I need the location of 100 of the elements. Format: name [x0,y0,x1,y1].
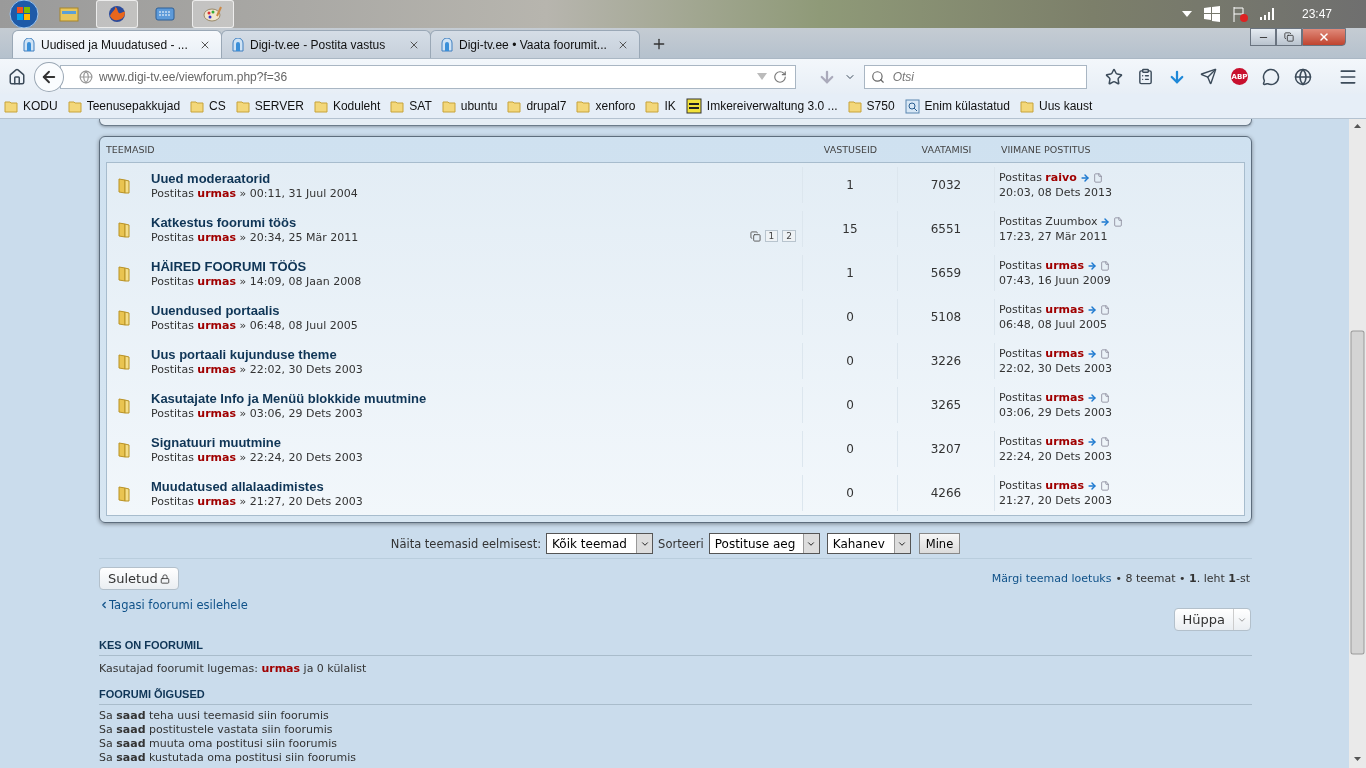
user-link[interactable]: urmas [197,362,237,376]
folder-icon [117,440,131,458]
topic-title[interactable]: Kasutajate Info ja Menüü blokkide muutmine [151,390,802,406]
document-icon[interactable] [1100,348,1111,359]
topic-meta: Postitas urmas » 22:24, 20 Dets 2003 [151,450,364,464]
windows-icon[interactable] [1203,6,1220,22]
go-button[interactable]: Mine [918,533,961,554]
bookmark-link[interactable]: ubuntu [460,99,498,113]
topic-title[interactable]: Uued moderaatorid [151,170,802,186]
page-link[interactable]: 1 [764,230,779,242]
back-button[interactable] [34,61,64,92]
topic-title[interactable]: HÄIRED FOORUMI TÖÖS [151,258,802,274]
bookmark-link[interactable]: SERVER [254,99,304,113]
document-icon[interactable] [1100,480,1111,491]
arrow-icon[interactable] [1087,392,1098,403]
document-icon[interactable] [1100,392,1111,403]
browser-icon[interactable] [107,4,127,24]
keyboard-icon[interactable] [155,7,175,21]
document-icon[interactable] [1092,172,1103,183]
user-link[interactable]: raivo [1045,171,1077,184]
user-link[interactable]: urmas [197,494,237,508]
user-link[interactable]: urmas [197,450,237,464]
restore-button[interactable] [1276,28,1302,46]
user-link[interactable]: urmas [1045,347,1085,360]
user-link[interactable]: urmas [1045,435,1085,448]
user-link[interactable]: urmas [197,318,237,332]
arrow-icon[interactable] [1087,480,1098,491]
clock[interactable]: 23:47 [1301,7,1332,21]
arrow-icon[interactable] [1087,304,1098,315]
arrow-icon[interactable] [1079,172,1090,183]
user-link[interactable]: urmas [1045,303,1085,316]
signal-icon[interactable] [1259,8,1276,20]
order-select[interactable]: Kahanev [826,533,911,554]
bookmark-link[interactable]: S750 [866,99,895,113]
locked-button[interactable]: Suletud [99,567,179,590]
table-cell: 1 [802,255,897,291]
arrow-icon[interactable] [1087,260,1098,271]
document-icon[interactable] [1100,436,1111,447]
start-button[interactable] [6,0,42,29]
topic-title[interactable]: Muudatused allalaadimistes [151,478,802,494]
browser-tab[interactable]: Uudised ja Muudatused - ... [12,30,222,58]
page-link[interactable]: 2 [782,230,796,242]
url-field[interactable]: www.digi-tv.ee/viewforum.php?f=36 [59,64,796,89]
scrollbar[interactable] [1349,119,1366,768]
bookmark-link[interactable]: Teenusepakkujad [86,99,181,113]
globe-icon[interactable] [1294,67,1312,86]
topic-title[interactable]: Signatuuri muutmine [151,434,802,450]
user-link[interactable]: urmas [261,662,301,675]
user-link[interactable]: urmas [197,230,237,244]
user-link[interactable]: Zuumbox [1045,215,1098,228]
topic-title[interactable]: Uuendused portaalis [151,302,802,318]
last-post-date: 21:27, 20 Dets 2003 [999,494,1113,507]
bookmark-link[interactable]: Enim külastatud [924,99,1010,113]
online-users-text: Kasutajad foorumit lugemas: urmas ja 0 külalist [99,661,368,676]
tray-expand-icon[interactable] [1181,11,1192,17]
topic-title[interactable]: Katkestus foorumi töös [151,214,730,230]
jump-button[interactable]: Hüppa [1173,608,1251,631]
user-link[interactable]: urmas [1045,391,1085,404]
topic-title[interactable]: Uus portaali kujunduse theme [151,346,802,362]
topic-range-select[interactable]: Kõik teemad [546,533,654,554]
arrow-icon[interactable] [1100,216,1111,227]
document-icon[interactable] [1100,260,1111,271]
flag-icon[interactable] [1231,6,1248,22]
bookmark-link[interactable]: xenforo [595,99,636,113]
bookmark-link[interactable]: CS [209,99,226,113]
close-button[interactable] [1302,28,1346,46]
reload-icon[interactable] [772,69,787,84]
minimize-button[interactable] [1250,28,1276,46]
user-link[interactable]: urmas [197,406,237,420]
site-icon [441,37,453,52]
new-tab-icon[interactable] [651,36,667,52]
user-link[interactable]: urmas [197,186,237,200]
bookmark-link[interactable]: Uus kaust [1039,99,1093,113]
document-icon[interactable] [1113,216,1124,227]
last-post-date: 22:24, 20 Dets 2003 [999,450,1113,463]
back-link[interactable]: Tagasi foorumi esilehele [99,598,248,612]
user-link[interactable]: urmas [1045,479,1085,492]
clipboard-icon[interactable] [1137,68,1154,85]
browser-tab[interactable]: Digi-tv.ee - Postita vastus [221,30,431,58]
bookmark-link[interactable]: KODU [23,99,58,113]
search-field[interactable]: Otsi [863,64,1087,89]
bookmark-link[interactable]: drupal7 [526,99,567,113]
palette-icon[interactable] [203,4,223,24]
chat-icon[interactable] [1262,67,1280,86]
bookmark-link[interactable]: Koduleht [332,99,381,113]
browser-tab[interactable]: Digi-tv.ee • Vaata foorumit... [430,30,640,58]
arrow-icon[interactable] [1087,436,1098,447]
user-link[interactable]: urmas [197,274,237,288]
bookmark-link[interactable]: Imkereiverwaltung 3.0 ... [706,99,838,113]
arrow-icon[interactable] [1087,348,1098,359]
bookmark-link[interactable]: IK [664,99,676,113]
star-icon[interactable] [1105,67,1123,86]
document-icon[interactable] [1100,304,1111,315]
bookmark-link[interactable]: SAT [409,99,432,113]
search-input[interactable]: Otsi [890,68,1080,85]
send-icon[interactable] [1200,68,1217,85]
home-icon[interactable] [8,67,26,86]
sort-select[interactable]: Postituse aeg [708,533,820,554]
mark-read-link[interactable]: Märgi teemad loetuks [991,572,1112,585]
user-link[interactable]: urmas [1045,259,1085,272]
